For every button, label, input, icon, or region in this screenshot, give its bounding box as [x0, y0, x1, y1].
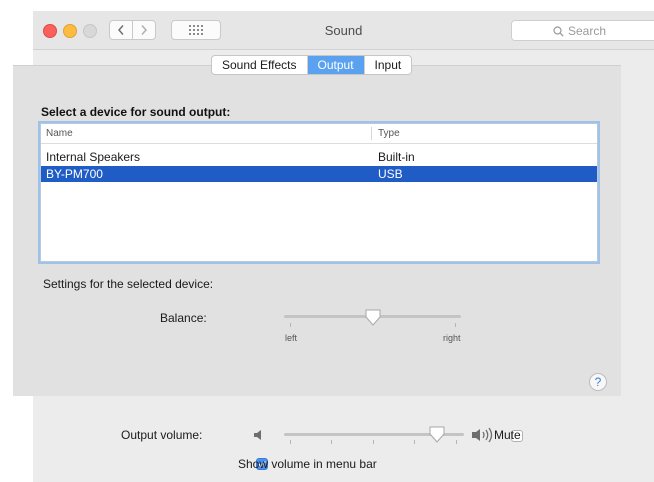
back-button[interactable]	[109, 20, 133, 40]
minimize-window-button[interactable]	[63, 24, 77, 38]
volume-tick	[373, 440, 374, 444]
volume-tick	[331, 440, 332, 444]
balance-tick	[455, 323, 456, 327]
tab-input[interactable]: Input	[365, 56, 412, 74]
tab-sound-effects[interactable]: Sound Effects	[212, 56, 308, 74]
table-header: Name Type	[41, 124, 597, 144]
chevron-right-icon	[141, 25, 148, 35]
balance-left-label: left	[285, 333, 298, 343]
chevron-left-icon	[117, 25, 124, 35]
forward-button[interactable]	[132, 20, 156, 40]
column-divider	[371, 127, 372, 140]
volume-slider-knob[interactable]	[429, 426, 445, 443]
zoom-window-button[interactable]	[83, 24, 97, 38]
volume-tick	[456, 440, 457, 444]
device-section-title: Select a device for sound output:	[41, 105, 231, 119]
balance-slider-knob[interactable]	[365, 309, 381, 326]
balance-label: Balance:	[160, 311, 207, 325]
volume-tick	[414, 440, 415, 444]
balance-tick	[290, 323, 291, 327]
magnifier-icon	[553, 25, 564, 37]
table-row[interactable]: BY-PM700 USB	[41, 166, 597, 182]
mute-label: Mute	[494, 428, 521, 442]
show-volume-label: Show volume in menu bar	[238, 457, 377, 471]
device-table[interactable]: Name Type Internal Speakers Built-in BY-…	[40, 123, 598, 262]
search-field[interactable]: Search	[511, 20, 654, 41]
tab-bar: Sound Effects Output Input	[211, 55, 413, 75]
title-bar: Sound Search	[33, 11, 654, 50]
volume-tick	[290, 440, 291, 444]
speaker-low-icon	[254, 430, 261, 440]
balance-right-label: right	[443, 333, 461, 343]
device-type: USB	[378, 167, 403, 181]
device-type: Built-in	[378, 150, 415, 164]
show-all-button[interactable]	[171, 20, 221, 40]
device-name: BY-PM700	[46, 167, 103, 181]
device-name: Internal Speakers	[46, 150, 141, 164]
output-volume-label: Output volume:	[121, 428, 203, 442]
grid-icon	[189, 25, 203, 35]
help-button[interactable]: ?	[589, 373, 607, 391]
close-window-button[interactable]	[43, 24, 57, 38]
tab-output[interactable]: Output	[307, 56, 365, 74]
column-header-type[interactable]: Type	[378, 124, 400, 143]
settings-label: Settings for the selected device:	[43, 277, 214, 291]
table-row[interactable]: Internal Speakers Built-in	[41, 149, 597, 165]
column-header-name[interactable]: Name	[46, 124, 73, 143]
search-placeholder: Search	[568, 24, 607, 38]
